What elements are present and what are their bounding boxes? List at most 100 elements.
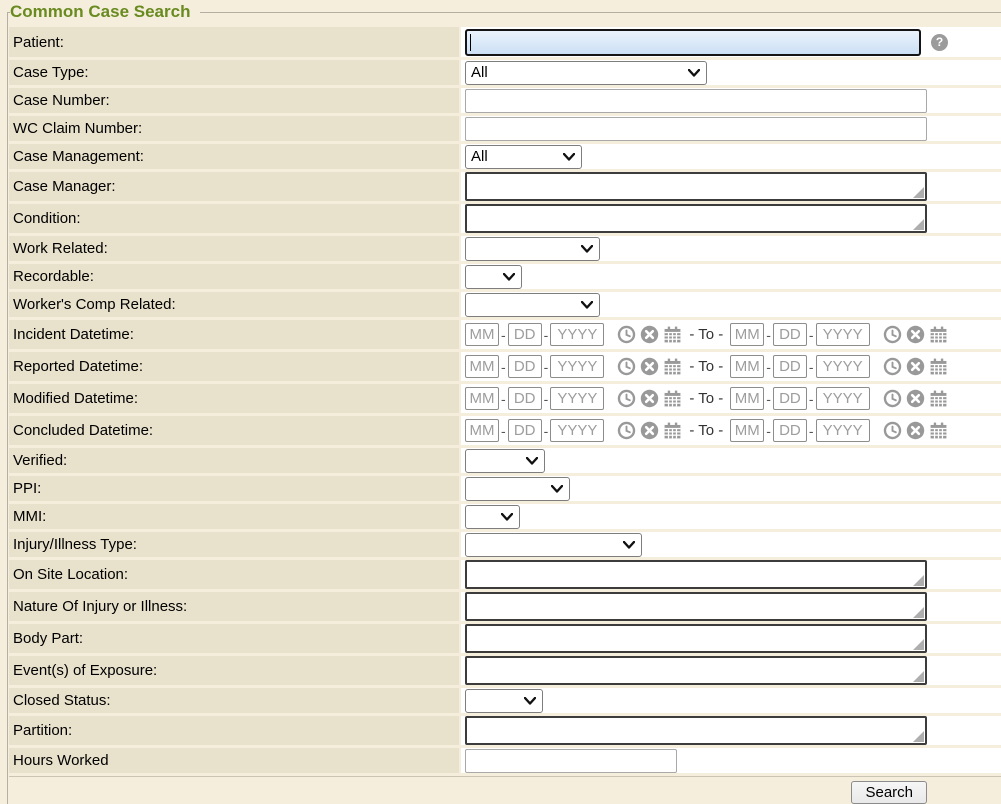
work-related-select[interactable] (465, 237, 600, 261)
incident-datetime-from-month-input[interactable] (465, 323, 499, 346)
case-number-input[interactable] (465, 89, 927, 113)
clock-icon[interactable] (883, 421, 902, 440)
clear-icon[interactable] (640, 389, 659, 408)
partition-textarea[interactable] (465, 716, 927, 745)
recordable-select[interactable] (465, 265, 522, 289)
row-reported-datetime: Reported Datetime:--- To --- (9, 352, 1001, 381)
modified-datetime-from-day-input[interactable] (508, 387, 542, 410)
calendar-icon[interactable] (929, 325, 948, 344)
date-separator: - (501, 359, 506, 375)
clock-icon[interactable] (883, 389, 902, 408)
clock-icon[interactable] (883, 325, 902, 344)
concluded-datetime-from-day-input[interactable] (508, 419, 542, 442)
reported-datetime-to-day-input[interactable] (773, 355, 807, 378)
clear-icon[interactable] (640, 421, 659, 440)
resize-handle[interactable] (913, 607, 924, 618)
clock-icon[interactable] (617, 325, 636, 344)
calendar-icon[interactable] (663, 357, 682, 376)
concluded-datetime-label: Concluded Datetime: (9, 416, 459, 445)
incident-datetime-to-day-input[interactable] (773, 323, 807, 346)
resize-handle[interactable] (913, 187, 924, 198)
events-of-exposure-textarea[interactable] (465, 656, 927, 685)
modified-datetime-from-year-input[interactable] (550, 387, 604, 410)
clear-icon[interactable] (906, 325, 925, 344)
row-condition: Condition: (9, 204, 1001, 233)
calendar-icon[interactable] (663, 325, 682, 344)
clear-icon[interactable] (906, 357, 925, 376)
clock-icon[interactable] (883, 357, 902, 376)
concluded-datetime-from-icons (617, 421, 682, 440)
modified-datetime-to-year-input[interactable] (816, 387, 870, 410)
concluded-datetime-to-day-input[interactable] (773, 419, 807, 442)
clock-icon[interactable] (617, 389, 636, 408)
concluded-datetime-from-month-input[interactable] (465, 419, 499, 442)
reported-datetime-to-month-input[interactable] (730, 355, 764, 378)
row-work-related: Work Related: (9, 236, 1001, 261)
modified-datetime-to-day-input[interactable] (773, 387, 807, 410)
date-separator: - (501, 423, 506, 439)
calendar-icon[interactable] (929, 357, 948, 376)
clear-icon[interactable] (906, 389, 925, 408)
case-manager-textarea[interactable] (465, 172, 927, 201)
row-case-type: Case Type:All (9, 60, 1001, 85)
button-bar: Search (9, 777, 1001, 804)
concluded-datetime-to-year-input[interactable] (816, 419, 870, 442)
case-number-field-cell (461, 88, 1001, 113)
wc-claim-number-label: WC Claim Number: (9, 116, 459, 141)
row-closed-status: Closed Status: (9, 688, 1001, 713)
reported-datetime-from-year-input[interactable] (550, 355, 604, 378)
resize-handle[interactable] (913, 575, 924, 586)
case-management-select[interactable]: All (465, 145, 582, 169)
clear-icon[interactable] (640, 325, 659, 344)
injury-illness-type-select[interactable] (465, 533, 642, 557)
clock-icon[interactable] (617, 357, 636, 376)
nature-of-injury-or-illness-textarea[interactable] (465, 592, 927, 621)
calendar-icon[interactable] (663, 389, 682, 408)
chevron-down-icon (573, 301, 599, 309)
search-button[interactable]: Search (851, 781, 927, 804)
work-related-label: Work Related: (9, 236, 459, 261)
clear-icon[interactable] (640, 357, 659, 376)
on-site-location-textarea[interactable] (465, 560, 927, 589)
resize-handle[interactable] (913, 731, 924, 742)
workers-comp-related-select[interactable] (465, 293, 600, 317)
reported-datetime-from-day-input[interactable] (508, 355, 542, 378)
date-separator: - (766, 359, 771, 375)
resize-handle[interactable] (913, 219, 924, 230)
body-part-textarea[interactable] (465, 624, 927, 653)
resize-handle[interactable] (913, 671, 924, 682)
on-site-location-label: On Site Location: (9, 560, 459, 589)
calendar-icon[interactable] (929, 389, 948, 408)
verified-select[interactable] (465, 449, 545, 473)
case-type-select[interactable]: All (465, 61, 707, 85)
modified-datetime-to-month-input[interactable] (730, 387, 764, 410)
help-icon[interactable]: ? (931, 34, 948, 51)
condition-textarea[interactable] (465, 204, 927, 233)
hours-worked-input[interactable] (465, 749, 677, 773)
incident-datetime-from-year-input[interactable] (550, 323, 604, 346)
concluded-datetime-from-year-input[interactable] (550, 419, 604, 442)
wc-claim-number-input[interactable] (465, 117, 927, 141)
modified-datetime-from-month-input[interactable] (465, 387, 499, 410)
clear-icon[interactable] (906, 421, 925, 440)
incident-datetime-from-day-input[interactable] (508, 323, 542, 346)
ppi-select[interactable] (465, 477, 570, 501)
calendar-icon[interactable] (929, 421, 948, 440)
resize-handle[interactable] (913, 639, 924, 650)
reported-datetime-to-year-input[interactable] (816, 355, 870, 378)
to-separator: - To - (689, 358, 723, 375)
calendar-icon[interactable] (663, 421, 682, 440)
incident-datetime-to-year-input[interactable] (816, 323, 870, 346)
concluded-datetime-to-month-input[interactable] (730, 419, 764, 442)
row-body-part: Body Part: (9, 624, 1001, 653)
incident-datetime-to-month-input[interactable] (730, 323, 764, 346)
row-events-of-exposure: Event(s) of Exposure: (9, 656, 1001, 685)
patient-input[interactable] (465, 29, 921, 56)
incident-datetime-label: Incident Datetime: (9, 320, 459, 349)
nature-of-injury-or-illness-label: Nature Of Injury or Illness: (9, 592, 459, 621)
reported-datetime-from-month-input[interactable] (465, 355, 499, 378)
chevron-down-icon (495, 273, 521, 281)
closed-status-select[interactable] (465, 689, 543, 713)
mmi-select[interactable] (465, 505, 520, 529)
clock-icon[interactable] (617, 421, 636, 440)
